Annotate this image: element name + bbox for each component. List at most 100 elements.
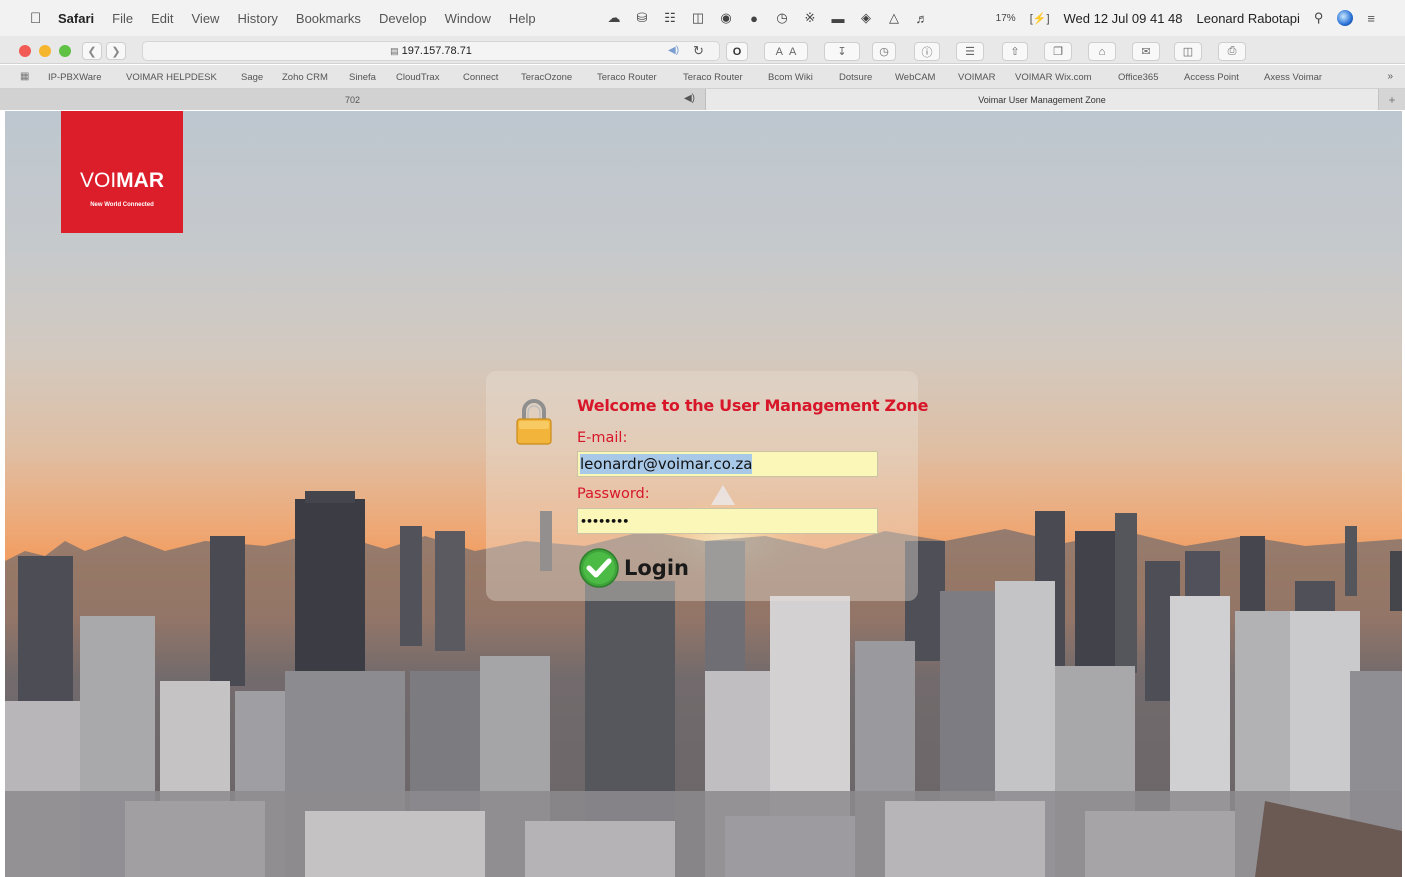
email-field[interactable]: leonardr@voimar.co.za: [577, 451, 878, 477]
favorite-link[interactable]: Teraco Router: [683, 72, 743, 83]
favorite-link[interactable]: Office365: [1118, 72, 1159, 83]
mail-icon[interactable]: ✉: [1132, 42, 1160, 61]
speaker-icon[interactable]: ◀): [684, 93, 695, 104]
print-icon[interactable]: ⎙: [1218, 42, 1246, 61]
favorite-link[interactable]: VOIMAR: [958, 72, 995, 83]
battery-percent[interactable]: 17%: [996, 13, 1016, 24]
bluetooth-icon[interactable]: ※: [802, 10, 818, 26]
user-name[interactable]: Leonard Rabotapi: [1197, 11, 1300, 26]
welcome-heading: Welcome to the User Management Zone: [577, 396, 929, 415]
login-button-label: Login: [624, 556, 689, 580]
favorites-bar: ▦ IP-PBXWare VOIMAR HELPDESK Sage Zoho C…: [0, 65, 1405, 89]
favorite-link[interactable]: IP-PBXWare: [48, 72, 102, 83]
display-icon[interactable]: ▬: [830, 11, 846, 26]
menu-history[interactable]: History: [237, 11, 277, 26]
menu-bar:  Safari File Edit View History Bookmark…: [0, 0, 1405, 36]
favorite-link[interactable]: VOIMAR Wix.com: [1015, 72, 1092, 83]
chat-icon[interactable]: ☷: [662, 10, 678, 26]
forward-button[interactable]: ❯: [106, 42, 126, 60]
screen-icon[interactable]: ◫: [690, 10, 706, 26]
browser-toolbar: ❮ ❯ ▤ 197.157.78.71 ◀) ↻ O A A ↧ ◷ ⓘ ☰ ⇧…: [0, 36, 1405, 64]
app-menu[interactable]: Safari: [58, 11, 94, 26]
notification-center-icon[interactable]: ≡: [1367, 11, 1375, 26]
favorite-link[interactable]: CloudTrax: [396, 72, 439, 83]
favorite-link[interactable]: TeracOzone: [521, 72, 572, 83]
menu-view[interactable]: View: [192, 11, 220, 26]
favorite-link[interactable]: VOIMAR HELPDESK: [126, 72, 217, 83]
tab-user-management[interactable]: Voimar User Management Zone: [706, 89, 1378, 110]
password-value: ••••••••: [580, 514, 629, 528]
address-text: 197.157.78.71: [401, 45, 472, 57]
menu-file[interactable]: File: [112, 11, 133, 26]
menu-bookmarks[interactable]: Bookmarks: [296, 11, 361, 26]
favorite-link[interactable]: Sinefa: [349, 72, 376, 83]
padlock-icon: [516, 399, 552, 445]
tab-702[interactable]: 702 ◀): [0, 89, 706, 110]
zoom-window-button[interactable]: [59, 45, 71, 57]
password-label: Password:: [577, 486, 650, 502]
menu-window[interactable]: Window: [445, 11, 491, 26]
location-icon[interactable]: ◉: [718, 10, 734, 26]
favorite-link[interactable]: Access Point: [1184, 72, 1239, 83]
time-machine-icon[interactable]: ◷: [774, 10, 790, 26]
tab-title: Voimar User Management Zone: [978, 94, 1106, 105]
password-field[interactable]: ••••••••: [577, 508, 878, 534]
favorite-link[interactable]: Sage: [241, 72, 263, 83]
download-icon[interactable]: ↧: [824, 42, 860, 61]
airplay-icon[interactable]: △: [886, 10, 902, 26]
apple-menu-icon[interactable]: : [30, 10, 44, 27]
spotlight-icon[interactable]: ⚲: [1314, 10, 1324, 26]
close-window-button[interactable]: [19, 45, 31, 57]
siri-icon[interactable]: [1337, 10, 1354, 26]
logo-wordmark: VOIMAR: [61, 169, 183, 193]
info-icon[interactable]: ⓘ: [914, 42, 940, 61]
logo-text-bold: MAR: [116, 169, 164, 192]
favorite-link[interactable]: Axess Voimar: [1264, 72, 1322, 83]
reload-icon[interactable]: ↻: [693, 43, 704, 59]
new-tab-button[interactable]: +: [1378, 89, 1405, 110]
page-icon: ▤: [390, 45, 399, 56]
login-button[interactable]: Login: [578, 547, 689, 589]
volume-icon[interactable]: ♬: [914, 11, 930, 26]
address-bar[interactable]: ▤ 197.157.78.71: [142, 41, 720, 61]
sidebar-icon[interactable]: ◫: [1174, 42, 1202, 61]
menu-edit[interactable]: Edit: [151, 11, 173, 26]
favorite-link[interactable]: WebCAM: [895, 72, 935, 83]
logo-text-light: VOI: [79, 169, 117, 192]
voimar-logo[interactable]: VOIMAR New World Connected: [61, 111, 183, 233]
minimize-window-button[interactable]: [39, 45, 51, 57]
audio-playing-icon[interactable]: ◀): [668, 45, 679, 56]
wifi-icon[interactable]: ◈: [858, 10, 874, 26]
caret-pointer-icon: [711, 485, 735, 505]
battery-icon[interactable]: [⚡]: [1030, 12, 1050, 25]
email-value: leonardr@voimar.co.za: [580, 454, 753, 474]
favorite-link[interactable]: Dotsure: [839, 72, 872, 83]
top-sites-icon[interactable]: ▦: [20, 71, 29, 82]
text-size-icon[interactable]: A A: [764, 42, 808, 61]
clock[interactable]: Wed 12 Jul 09 41 48: [1064, 11, 1183, 26]
eye-icon[interactable]: ●: [746, 11, 762, 26]
extension-o-icon[interactable]: O: [726, 42, 748, 61]
shield-icon[interactable]: ⛁: [634, 10, 650, 26]
home-icon[interactable]: ⌂: [1088, 42, 1116, 61]
tab-title: 702: [344, 94, 361, 105]
favorite-link[interactable]: Bcom Wiki: [768, 72, 813, 83]
favorite-link[interactable]: Connect: [463, 72, 498, 83]
logo-tagline: New World Connected: [90, 202, 154, 208]
reader-icon[interactable]: ☰: [956, 42, 984, 61]
menu-help[interactable]: Help: [509, 11, 536, 26]
history-icon[interactable]: ◷: [872, 42, 896, 61]
favorite-link[interactable]: Zoho CRM: [282, 72, 328, 83]
back-button[interactable]: ❮: [82, 42, 102, 60]
more-favorites-icon[interactable]: »: [1387, 71, 1393, 82]
favorite-link[interactable]: Teraco Router: [597, 72, 657, 83]
email-label: E-mail:: [577, 430, 628, 446]
menu-right: 17% [⚡] Wed 12 Jul 09 41 48 Leonard Rabo…: [996, 0, 1375, 36]
tabs-icon[interactable]: ❐: [1044, 42, 1072, 61]
checkmark-icon: [579, 548, 619, 588]
share-icon[interactable]: ⇧: [1002, 42, 1028, 61]
cloud-icon[interactable]: ☁: [606, 10, 622, 26]
menu-develop[interactable]: Develop: [379, 11, 427, 26]
tab-bar: 702 ◀) Voimar User Management Zone +: [0, 89, 1405, 110]
status-icons: ☁ ⛁ ☷ ◫ ◉ ● ◷ ※ ▬ ◈ △ ♬: [606, 0, 930, 36]
